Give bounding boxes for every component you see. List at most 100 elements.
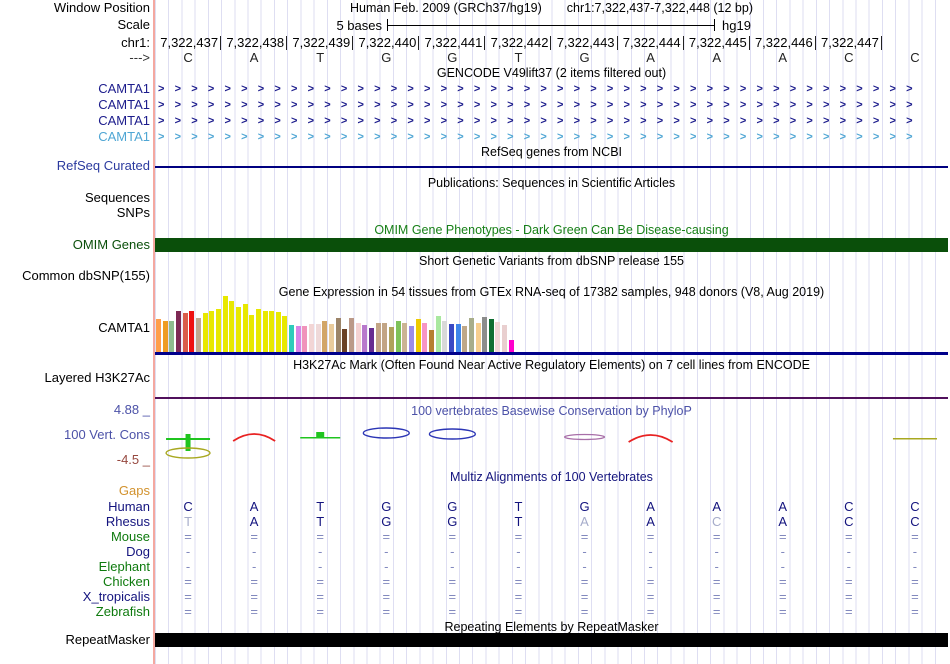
species-label[interactable]: Dog [0,544,150,559]
vert-cons-label[interactable]: 100 Vert. Cons [0,428,150,442]
gtex-gene-label[interactable]: CAMTA1 [0,321,150,335]
gtex-tissue-bar [189,311,195,352]
refseq-curated-label[interactable]: RefSeq Curated [0,159,150,173]
gene-label[interactable]: CAMTA1 [0,113,150,129]
alignment-cell: = [712,574,721,589]
species-label[interactable]: Mouse [0,529,150,544]
alignment-cell: = [184,589,192,604]
alignment-cell: - [251,559,257,574]
gtex-tissue-bar [215,309,221,352]
alignment-cells: CATGGTGAAACC [155,499,948,514]
strand-direction-label: ---> [129,50,150,65]
gtex-tissue-bar [462,326,468,352]
refseq-gene-line[interactable] [155,166,948,168]
alignment-cell: = [580,574,589,589]
gtex-tissue-bar [289,325,295,352]
alignment-cell: T [184,514,193,529]
alignment-cell: - [714,559,719,574]
gene-label[interactable]: CAMTA1 [0,97,150,113]
multiz-row-x_tropicalis: X_tropicalis = = = = = = = = = = = = [0,589,950,604]
alignment-cell: - [780,559,785,574]
alignment-cell: = [514,529,523,544]
alignment-cell: = [382,589,391,604]
gtex-tissue-bar [235,307,241,352]
alignment-cell: - [384,544,389,559]
alignment-cell: = [448,574,457,589]
alignment-cell: C [183,499,193,514]
alignment-cell: = [845,604,853,619]
gtex-tissue-bar [262,311,268,352]
species-label[interactable]: Chicken [0,574,150,589]
repeatmasker-label[interactable]: RepeatMasker [0,633,150,647]
multiz-track-title: Multiz Alignments of 100 Vertebrates [450,470,653,484]
phylop-max-value: 4.88 _ [113,402,150,417]
snps-track-label[interactable]: SNPs [0,206,150,220]
gene-direction-arrows: >>>>>>>>>>>>>>>>>>>>>>>>>>>>>>>>>>>>>>>>… [158,115,923,127]
alignment-cell: = [712,604,721,619]
alignment-cell: = [778,529,787,544]
gtex-tissue-bar [249,315,255,352]
alignment-cell: - [846,559,851,574]
alignment-cell: = [250,574,258,589]
ruler-tick-label: 7,322,445 [684,36,750,50]
alignment-cell: A [646,514,655,529]
gencode-gene-row[interactable]: CAMTA1 >>>>>>>>>>>>>>>>>>>>>>>>>>>>>>>>>>… [0,97,950,113]
assembly-title: Human Feb. 2009 (GRCh37/hg19) [350,1,542,15]
ruler-tick-label: 7,322,444 [618,36,684,50]
gaps-row-label[interactable]: Gaps [0,484,150,498]
species-label[interactable]: Zebrafish [0,604,150,619]
sequences-track-label[interactable]: Sequences [0,191,150,205]
chromosome-label: chr1: [121,35,150,50]
alignment-cell: C [910,514,920,529]
species-label[interactable]: Elephant [0,559,150,574]
gene-label[interactable]: CAMTA1 [0,81,150,97]
gene-direction-arrows: >>>>>>>>>>>>>>>>>>>>>>>>>>>>>>>>>>>>>>>>… [158,99,923,111]
h3k27ac-track-title: H3K27Ac Mark (Often Found Near Active Re… [293,358,810,372]
gencode-gene-row[interactable]: CAMTA1 >>>>>>>>>>>>>>>>>>>>>>>>>>>>>>>>>>… [0,129,950,145]
assembly-position-title: Human Feb. 2009 (GRCh37/hg19) chr1:7,322… [155,1,948,15]
omim-gene-bar[interactable] [155,238,948,252]
genome-browser-tracks-image[interactable]: Window Position Human Feb. 2009 (GRCh37/… [0,0,950,664]
gtex-tissue-bar [475,323,481,352]
gtex-tissue-bar [229,301,235,352]
window-position-label: Window Position [53,0,150,15]
gtex-tissue-bar [169,321,175,352]
common-dbsnp-label[interactable]: Common dbSNP(155) [0,269,150,283]
gtex-tissue-bar [209,311,215,352]
alignment-cells: = = = = = = = = = = = = [155,529,948,544]
omim-genes-label[interactable]: OMIM Genes [0,238,150,252]
alignment-cell: = [184,574,192,589]
gencode-gene-row[interactable]: CAMTA1 >>>>>>>>>>>>>>>>>>>>>>>>>>>>>>>>>>… [0,113,950,129]
gtex-tissue-bar [355,323,361,352]
alignment-cell: = [382,574,391,589]
alignment-cell: - [912,544,918,559]
gene-label[interactable]: CAMTA1 [0,129,150,145]
alignment-cell: - [648,559,653,574]
base-letter: T [316,50,325,65]
alignment-cells: = = = = = = = = = = = = [155,604,948,619]
repeatmasker-element-bar[interactable] [155,633,948,647]
alignment-cell: = [845,589,853,604]
base-letter: C [183,50,193,65]
alignment-cell: = [712,589,721,604]
alignment-cell: - [318,559,323,574]
multiz-row-dog: Dog - - - - - - - - - - - - [0,544,950,559]
gtex-tissue-bar [295,326,301,352]
alignment-cell: C [844,514,854,529]
species-label[interactable]: Rhesus [0,514,150,529]
alignment-cell: G [579,499,590,514]
gencode-gene-row[interactable]: CAMTA1 >>>>>>>>>>>>>>>>>>>>>>>>>>>>>>>>>>… [0,81,950,97]
base-letter: G [579,50,590,65]
gtex-tissue-bar [342,329,348,352]
alignment-cell: A [778,499,788,514]
alignment-cell: G [381,499,392,514]
species-label[interactable]: Human [0,499,150,514]
multiz-row-human: Human C A T G G T G A A A C C [0,499,950,514]
alignment-cell: - [714,544,719,559]
species-label[interactable]: X_tropicalis [0,589,150,604]
scale-bar-right-tick [714,19,715,31]
gtex-expression-barchart[interactable] [156,296,948,352]
layered-h3k27ac-label[interactable]: Layered H3K27Ac [0,371,150,385]
dna-sequence-row: CATGGTGAAACC [155,51,948,65]
base-letter: C [844,50,854,65]
